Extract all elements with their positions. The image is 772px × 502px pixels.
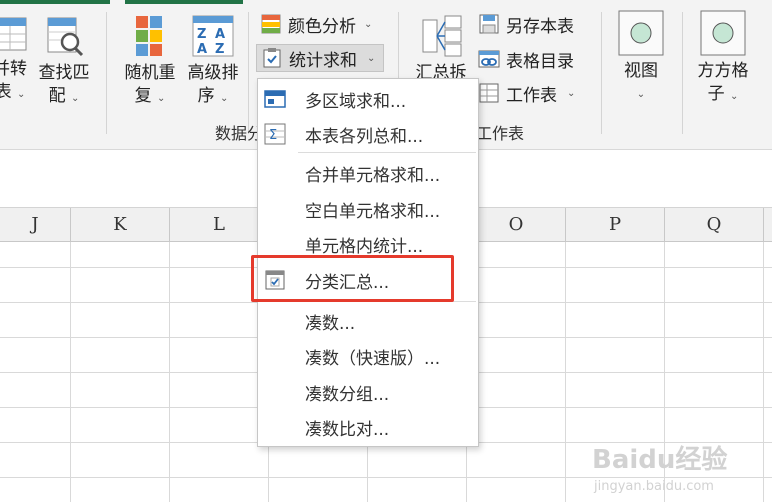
save-sheet-icon: [478, 13, 500, 35]
sheet-index-label: 表格目录: [506, 51, 574, 72]
find-match-label-2: 配 ⌄: [48, 86, 80, 106]
menu-item-label: 合并单元格求和...: [305, 165, 441, 186]
view-icon: [618, 10, 664, 56]
menu-item-label: 多区域求和...: [305, 91, 407, 112]
menu-item-blank-cell-sum[interactable]: 空白单元格求和...: [258, 192, 478, 226]
multi-area-sum-icon: [264, 88, 286, 110]
view-caret: ⌄: [636, 89, 646, 100]
sheet-link-icon: [478, 48, 500, 70]
find-table-icon: [42, 14, 86, 58]
square-grid-label: 方方格: [697, 61, 749, 81]
column-header-q[interactable]: Q: [665, 208, 764, 242]
watermark-url: jingyan.baidu.com: [593, 479, 714, 494]
clipboard-sum-icon: [261, 47, 283, 69]
menu-item-label: 凑数（快速版）...: [305, 348, 441, 369]
column-header-k[interactable]: K: [71, 208, 170, 242]
column-header-l[interactable]: L: [170, 208, 269, 242]
tab-indicator: [125, 0, 243, 4]
svg-text:Z: Z: [197, 27, 206, 42]
color-analysis-button[interactable]: 颜色分析 ⌄: [260, 10, 372, 38]
menu-item-make-up-number-fast[interactable]: 凑数（快速版）...: [258, 339, 478, 373]
highlight-box: [251, 255, 454, 302]
find-match-button[interactable]: 查找匹 配 ⌄: [36, 14, 92, 110]
menu-item-label: 本表各列总和...: [305, 126, 424, 147]
ribbon-separator: [682, 12, 683, 134]
menu-item-multi-area-sum[interactable]: 多区域求和...: [258, 82, 478, 116]
menu-separator: [298, 152, 476, 153]
random-blocks-icon: [130, 14, 170, 58]
svg-text:Σ: Σ: [269, 128, 277, 143]
svg-text:A: A: [197, 42, 207, 57]
menu-item-merged-cell-sum[interactable]: 合并单元格求和...: [258, 156, 478, 190]
color-analysis-icon: [260, 13, 282, 35]
save-as-sheet-button[interactable]: 另存本表: [478, 10, 574, 38]
column-header-j[interactable]: J: [0, 208, 71, 242]
sort-az-icon: Z A A Z: [191, 14, 235, 58]
group-label-worksheet: 工作表: [476, 124, 525, 143]
column-header-p[interactable]: P: [566, 208, 665, 242]
baidu-watermark: Baidu经验 jingyan.baidu.com: [586, 438, 766, 498]
view-label: 视图: [624, 61, 658, 81]
random-order-label-2: 复 ⌄: [134, 86, 166, 106]
transpose-label-2: 表 ⌄: [0, 82, 26, 102]
summary-split-icon: [417, 14, 465, 58]
advanced-sort-button[interactable]: Z A A Z 高级排 序 ⌄: [182, 14, 244, 110]
ribbon-separator: [248, 12, 249, 134]
stat-sum-label: 统计求和: [289, 50, 357, 71]
menu-item-make-up-number[interactable]: 凑数...: [258, 304, 478, 338]
tab-indicator: [0, 0, 110, 4]
color-analysis-label: 颜色分析: [288, 16, 356, 37]
square-grid-icon: [700, 10, 746, 56]
menu-item-label: 单元格内统计...: [305, 236, 424, 257]
advanced-sort-label: 高级排: [187, 63, 239, 83]
menu-item-sheet-column-totals[interactable]: Σ 本表各列总和...: [258, 117, 478, 151]
group-label-data-analysis: 数据分: [215, 124, 264, 143]
ribbon-separator: [601, 12, 602, 134]
sigma-table-icon: Σ: [264, 123, 286, 145]
menu-item-label: 凑数...: [305, 313, 356, 334]
square-grid-label-2: 子 ⌄: [707, 84, 739, 104]
transpose-icon: [0, 14, 30, 54]
advanced-sort-label-2: 序 ⌄: [197, 86, 229, 106]
svg-text:Z: Z: [215, 42, 224, 57]
save-as-sheet-label: 另存本表: [506, 16, 574, 37]
stat-sum-button[interactable]: 统计求和 ⌄: [256, 44, 384, 72]
menu-item-label: 凑数分组...: [305, 384, 390, 405]
random-order-button[interactable]: 随机重 复 ⌄: [120, 14, 180, 110]
watermark-brand: Baidu经验: [592, 444, 727, 475]
menu-item-make-up-number-group[interactable]: 凑数分组...: [258, 375, 478, 409]
find-match-label: 查找匹: [38, 63, 90, 83]
worksheet-button[interactable]: 工作表 ⌄: [478, 79, 575, 107]
menu-item-label: 空白单元格求和...: [305, 201, 441, 222]
square-grid-button[interactable]: 方方格 子 ⌄: [692, 10, 754, 108]
transpose-label: 并转: [0, 59, 27, 79]
svg-text:A: A: [215, 27, 225, 42]
worksheet-icon: [478, 82, 500, 104]
summary-split-button[interactable]: 汇总拆: [410, 14, 472, 85]
ribbon-separator: [106, 12, 107, 134]
column-header-o[interactable]: O: [467, 208, 566, 242]
menu-item-label: 凑数比对...: [305, 419, 390, 440]
worksheet-label: 工作表: [506, 85, 557, 106]
random-order-label: 随机重: [124, 63, 176, 83]
view-button[interactable]: 视图 ⌄: [614, 10, 668, 106]
sheet-index-button[interactable]: 表格目录: [478, 45, 574, 73]
transpose-button[interactable]: 并转 表 ⌄: [0, 14, 36, 106]
menu-item-make-up-number-compare[interactable]: 凑数比对...: [258, 410, 478, 444]
